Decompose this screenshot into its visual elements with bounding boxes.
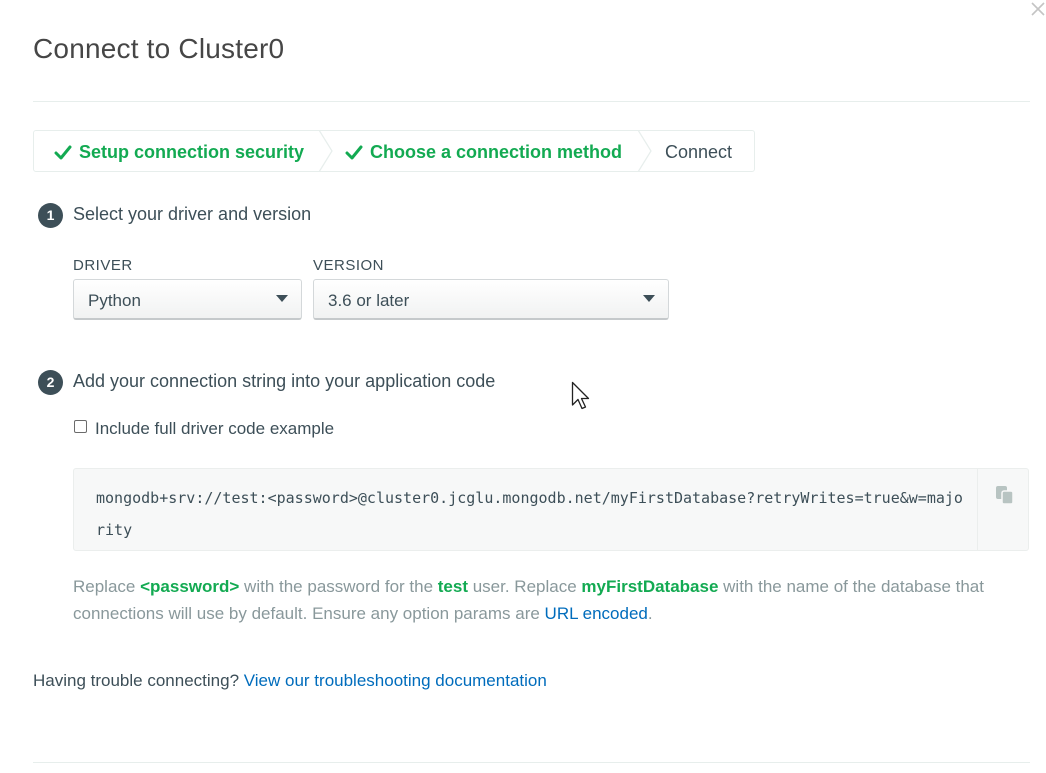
- url-encoded-link[interactable]: URL encoded: [545, 604, 648, 623]
- dialog-title: Connect to Cluster0: [33, 33, 285, 64]
- step-number-badge: 1: [38, 203, 63, 228]
- help-text: Replace: [73, 577, 141, 596]
- full-driver-code-checkbox[interactable]: [74, 420, 87, 433]
- version-label: VERSION: [313, 257, 385, 274]
- password-token: <password>: [140, 577, 240, 596]
- wizard-stepper: Setup connection security Choose a conne…: [33, 130, 755, 172]
- mouse-pointer-icon: [571, 381, 590, 410]
- troubleshooting-link[interactable]: View our troubleshooting documentation: [244, 671, 547, 690]
- close-icon[interactable]: [1029, 0, 1046, 17]
- driver-label: DRIVER: [73, 257, 133, 274]
- chevron-separator-icon: [318, 130, 333, 172]
- database-token: myFirstDatabase: [581, 577, 719, 596]
- driver-select[interactable]: Python: [73, 279, 302, 320]
- step-label: Connect: [665, 142, 733, 162]
- help-text: with the password for the: [239, 577, 438, 596]
- copy-button[interactable]: [977, 469, 1030, 550]
- trouble-prompt: Having trouble connecting?: [33, 671, 244, 690]
- connection-help-text: Replace <password> with the password for…: [73, 573, 1029, 627]
- divider: [33, 762, 1030, 763]
- connection-string[interactable]: mongodb+srv://test:<password>@cluster0.j…: [96, 482, 966, 546]
- help-text: .: [647, 604, 653, 623]
- troubleshooting-text: Having trouble connecting? View our trou…: [33, 671, 547, 691]
- driver-selected-value: Python: [88, 291, 141, 310]
- checkmark-icon: [54, 145, 72, 160]
- full-driver-code-label[interactable]: Include full driver code example: [95, 419, 334, 439]
- username-token: test: [437, 577, 468, 596]
- step-label: Choose a connection method: [370, 142, 623, 162]
- checkmark-icon: [345, 145, 363, 160]
- version-selected-value: 3.6 or later: [328, 291, 410, 310]
- connect-dialog: Connect to Cluster0 Setup connection sec…: [0, 0, 1046, 773]
- help-text: user. Replace: [468, 577, 582, 596]
- section-title-driver: Select your driver and version: [73, 204, 312, 224]
- divider: [33, 101, 1030, 102]
- section-title-connection-string: Add your connection string into your app…: [73, 371, 496, 391]
- copy-icon: [996, 486, 1014, 505]
- caret-down-icon: [643, 295, 655, 302]
- step-connect[interactable]: Connect: [665, 131, 732, 171]
- step-label: Setup connection security: [79, 142, 305, 162]
- caret-down-icon: [276, 295, 288, 302]
- step-choose-connection-method[interactable]: Choose a connection method: [345, 131, 622, 171]
- chevron-separator-icon: [637, 130, 652, 172]
- connection-string-box: mongodb+srv://test:<password>@cluster0.j…: [73, 468, 1029, 551]
- step-number-badge: 2: [38, 370, 63, 395]
- version-select[interactable]: 3.6 or later: [313, 279, 669, 320]
- step-setup-connection-security[interactable]: Setup connection security: [54, 131, 304, 171]
